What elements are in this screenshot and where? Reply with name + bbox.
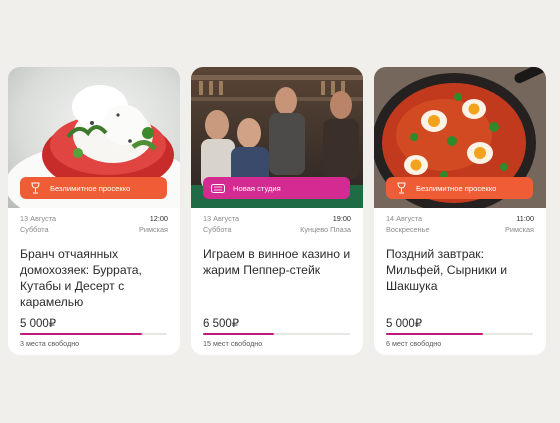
event-meta: 13 Августа Суббота 19:00 Кунцево Плаза [191, 208, 363, 235]
event-location: Римская [139, 224, 168, 234]
badge-label: Безлимитное просекко [416, 183, 497, 193]
event-meta: 13 Августа Суббота 12:00 Римская [8, 208, 180, 235]
event-location: Римская [505, 224, 534, 234]
event-time: 12:00 [149, 214, 168, 223]
event-weekday: Суббота [203, 224, 232, 234]
new-tag-icon [209, 183, 227, 193]
promo-badge: Безлимитное просекко [20, 177, 167, 199]
event-price: 5 000₽ [386, 318, 423, 330]
event-photo-burrata: Безлимитное просекко [8, 67, 180, 208]
event-price: 5 000₽ [20, 318, 57, 330]
event-date: 13 Августа [20, 214, 57, 223]
event-meta: 14 Августа Воскресенье 11:00 Римская [374, 208, 546, 235]
seats-available: 6 мест свободно [386, 339, 442, 348]
event-date: 13 Августа [203, 214, 240, 223]
event-cards: Безлимитное просекко 13 Августа Суббота … [8, 67, 546, 355]
event-photo-shakshuka: Безлимитное просекко [374, 67, 546, 208]
seats-progress-bar [20, 333, 167, 335]
event-time: 19:00 [332, 214, 351, 223]
wine-glass-icon [26, 182, 44, 194]
seats-progress-fill [203, 333, 274, 335]
event-date: 14 Августа [386, 214, 423, 223]
seats-available: 15 мест свободно [203, 339, 263, 348]
event-price: 6 500₽ [203, 318, 240, 330]
promo-badge: Безлимитное просекко [386, 177, 533, 199]
badge-label: Безлимитное просекко [50, 183, 131, 193]
seats-progress-fill [386, 333, 484, 335]
event-card[interactable]: Безлимитное просекко 14 Августа Воскресе… [374, 67, 546, 355]
promo-badge: Новая студия [203, 177, 350, 199]
event-title[interactable]: Играем в винное казино и жарим Пеппер-ст… [191, 235, 363, 312]
event-photo-casino: Новая студия [191, 67, 363, 208]
event-location: Кунцево Плаза [300, 224, 351, 234]
event-time: 11:00 [516, 214, 534, 223]
event-weekday: Суббота [20, 224, 49, 234]
seats-progress-bar [203, 333, 350, 335]
event-title[interactable]: Поздний завтрак: Мильфей, Сырники и Шакш… [374, 235, 546, 312]
event-card[interactable]: Безлимитное просекко 13 Августа Суббота … [8, 67, 180, 355]
seats-progress-bar [386, 333, 533, 335]
badge-label: Новая студия [233, 183, 281, 193]
seats-progress-fill [20, 333, 142, 335]
event-card[interactable]: Новая студия 13 Августа Суббота 19:00 Ку… [191, 67, 363, 355]
seats-available: 3 места свободно [20, 339, 80, 348]
wine-glass-icon [392, 182, 410, 194]
event-title[interactable]: Бранч отчаянных домохозяек: Буррата, Кут… [8, 235, 180, 312]
event-weekday: Воскресенье [386, 224, 430, 234]
